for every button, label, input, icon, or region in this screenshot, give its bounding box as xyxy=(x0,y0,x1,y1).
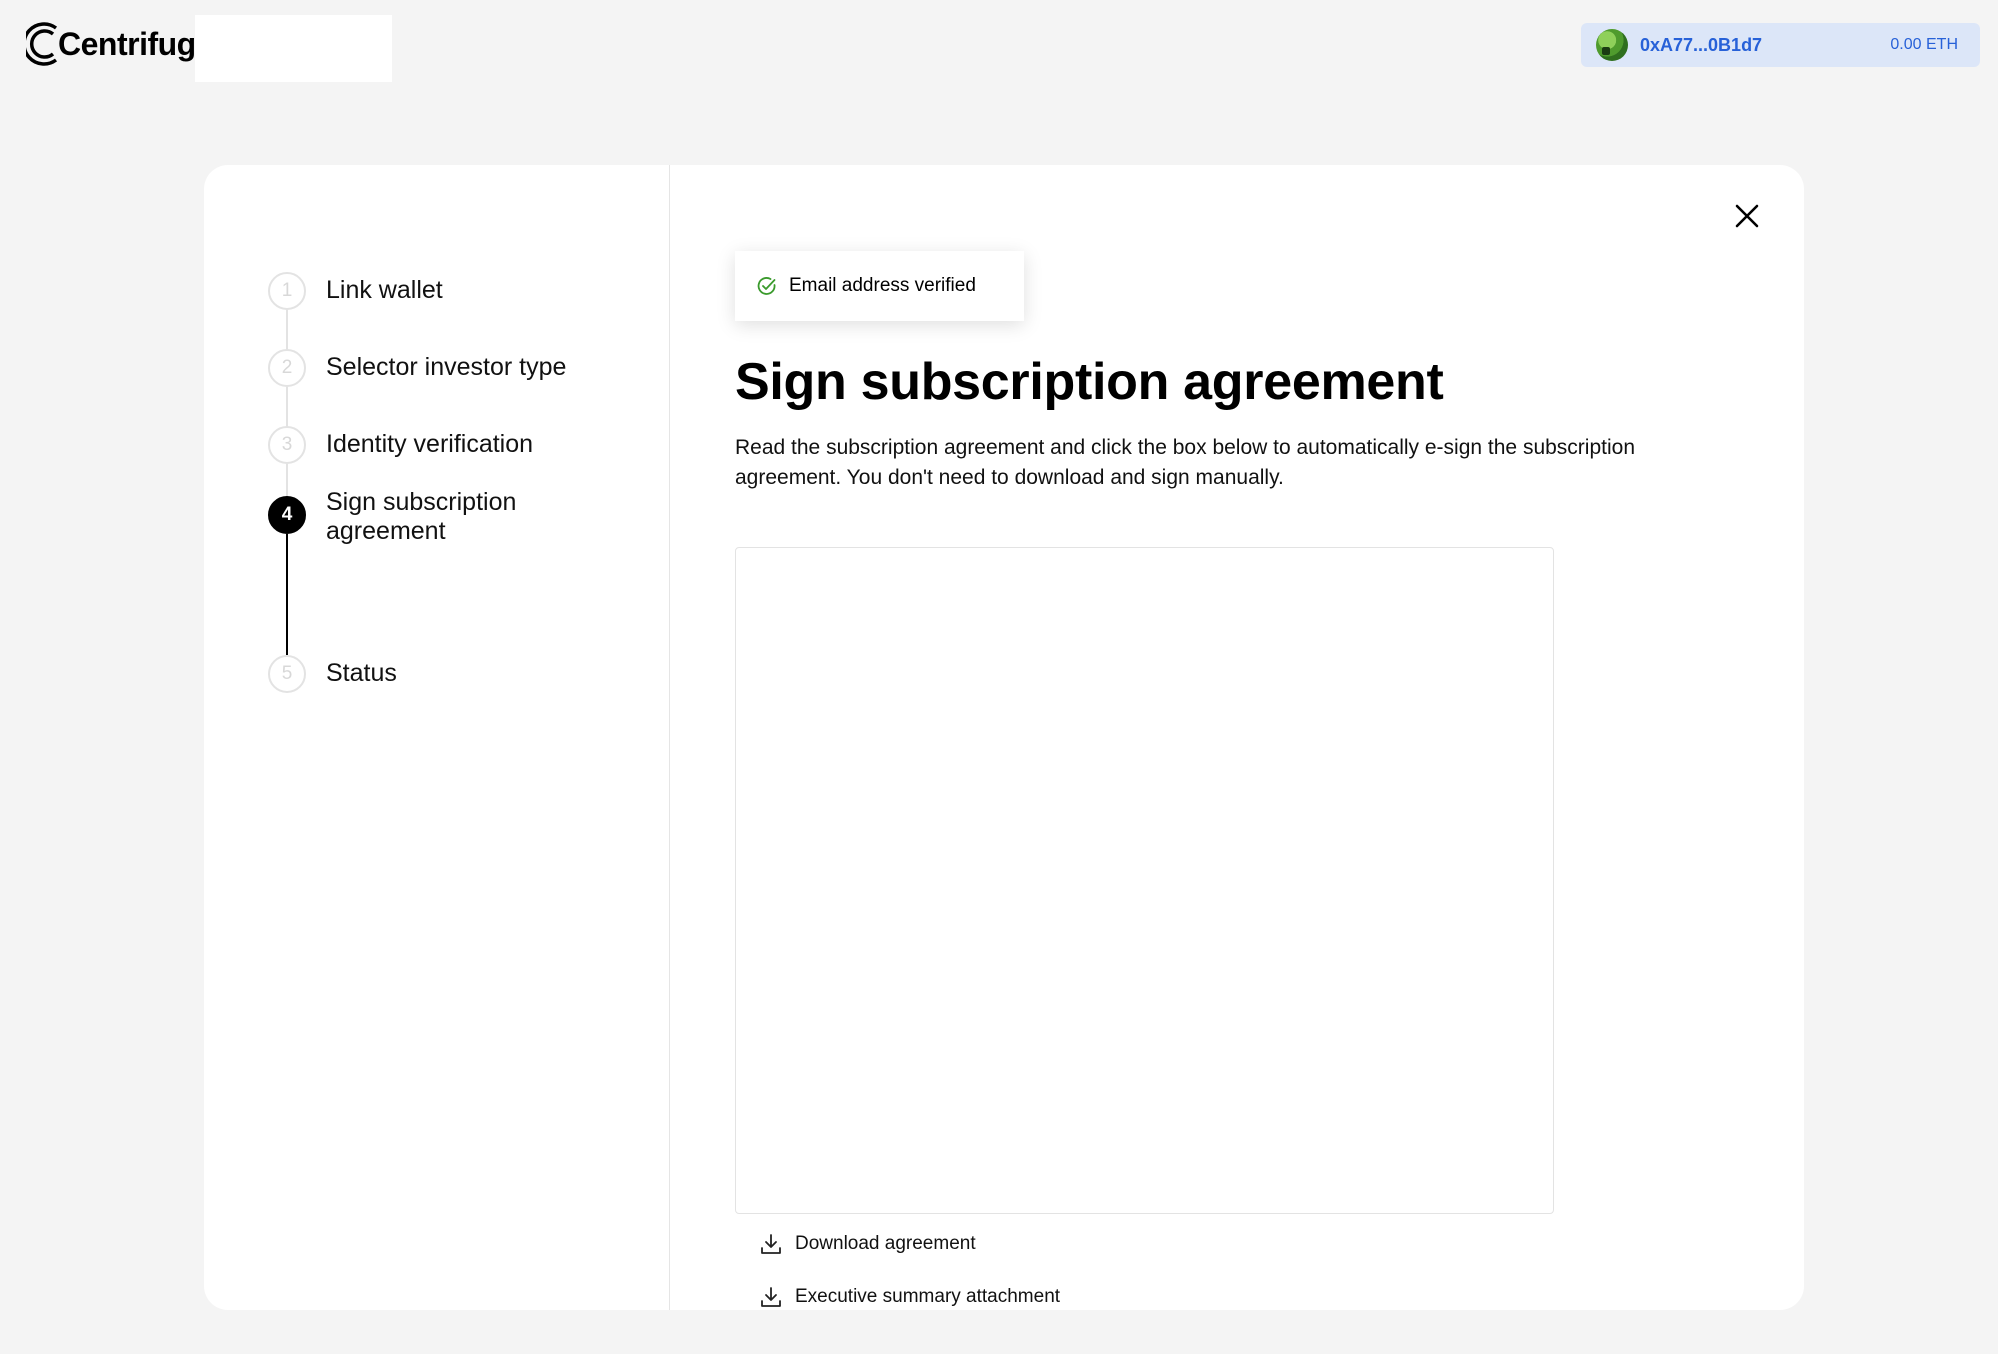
download-agreement-link[interactable]: Download agreement xyxy=(759,1232,976,1256)
logo[interactable]: Centrifuge xyxy=(26,16,214,72)
centrifuge-logo-icon xyxy=(26,22,58,66)
download-icon xyxy=(761,1234,781,1254)
page-description: Read the subscription agreement and clic… xyxy=(735,436,1635,489)
link-label: Executive summary attachment xyxy=(795,1286,1061,1307)
step-connector xyxy=(286,310,288,350)
step-number-active: 4 xyxy=(268,496,306,534)
download-icon xyxy=(761,1287,781,1307)
toast-notification: Email address verified xyxy=(735,251,1024,321)
step-sign-agreement: 4 Sign subscription agreement xyxy=(268,488,576,546)
stepper: 1 Link wallet 2 Selector investor type 3… xyxy=(268,272,648,872)
step-label: Status xyxy=(326,659,397,687)
main-panel: Email address verified Sign subscription… xyxy=(671,165,1804,1310)
step-connector xyxy=(286,464,288,496)
step-link-wallet: 1 Link wallet xyxy=(268,272,443,310)
step-identity-verification: 3 Identity verification xyxy=(268,426,533,464)
step-connector xyxy=(286,387,288,427)
step-label: Link wallet xyxy=(326,276,443,304)
step-label: Selector investor type xyxy=(326,353,567,381)
step-number: 5 xyxy=(268,655,306,693)
step-label: Sign subscription agreement xyxy=(326,488,517,545)
wallet-balance: 0.00 ETH xyxy=(1890,36,1958,53)
brand-name: Centrifuge xyxy=(58,25,214,62)
step-investor-type: 2 Selector investor type xyxy=(268,349,566,387)
executive-summary-link[interactable]: Executive summary attachment xyxy=(759,1285,1060,1309)
wallet-address: 0xA77...0B1d7 xyxy=(1640,34,1763,55)
step-connector-active xyxy=(286,534,288,655)
step-status: 5 Status xyxy=(268,655,397,693)
check-circle-icon xyxy=(757,277,776,295)
steps-sidebar: 1 Link wallet 2 Selector investor type 3… xyxy=(204,165,670,1310)
wallet-button[interactable]: 0xA77...0B1d7 0.00 ETH xyxy=(1581,23,1980,67)
wallet-avatar xyxy=(1596,29,1628,61)
page-title: Sign subscription agreement xyxy=(735,353,1444,411)
close-icon[interactable] xyxy=(1730,199,1764,233)
link-label: Download agreement xyxy=(795,1233,976,1254)
top-bar: Centrifuge 0xA77...0B1d7 0.00 ETH xyxy=(0,0,1998,100)
step-number: 1 xyxy=(268,272,306,310)
step-label: Identity verification xyxy=(326,430,534,458)
header-placeholder-box xyxy=(195,15,392,82)
step-number: 2 xyxy=(268,349,306,387)
toast-message: Email address verified xyxy=(789,275,976,296)
step-number: 3 xyxy=(268,426,306,464)
agreement-document-viewer[interactable] xyxy=(735,547,1554,1214)
onboarding-card: 1 Link wallet 2 Selector investor type 3… xyxy=(204,165,1804,1310)
